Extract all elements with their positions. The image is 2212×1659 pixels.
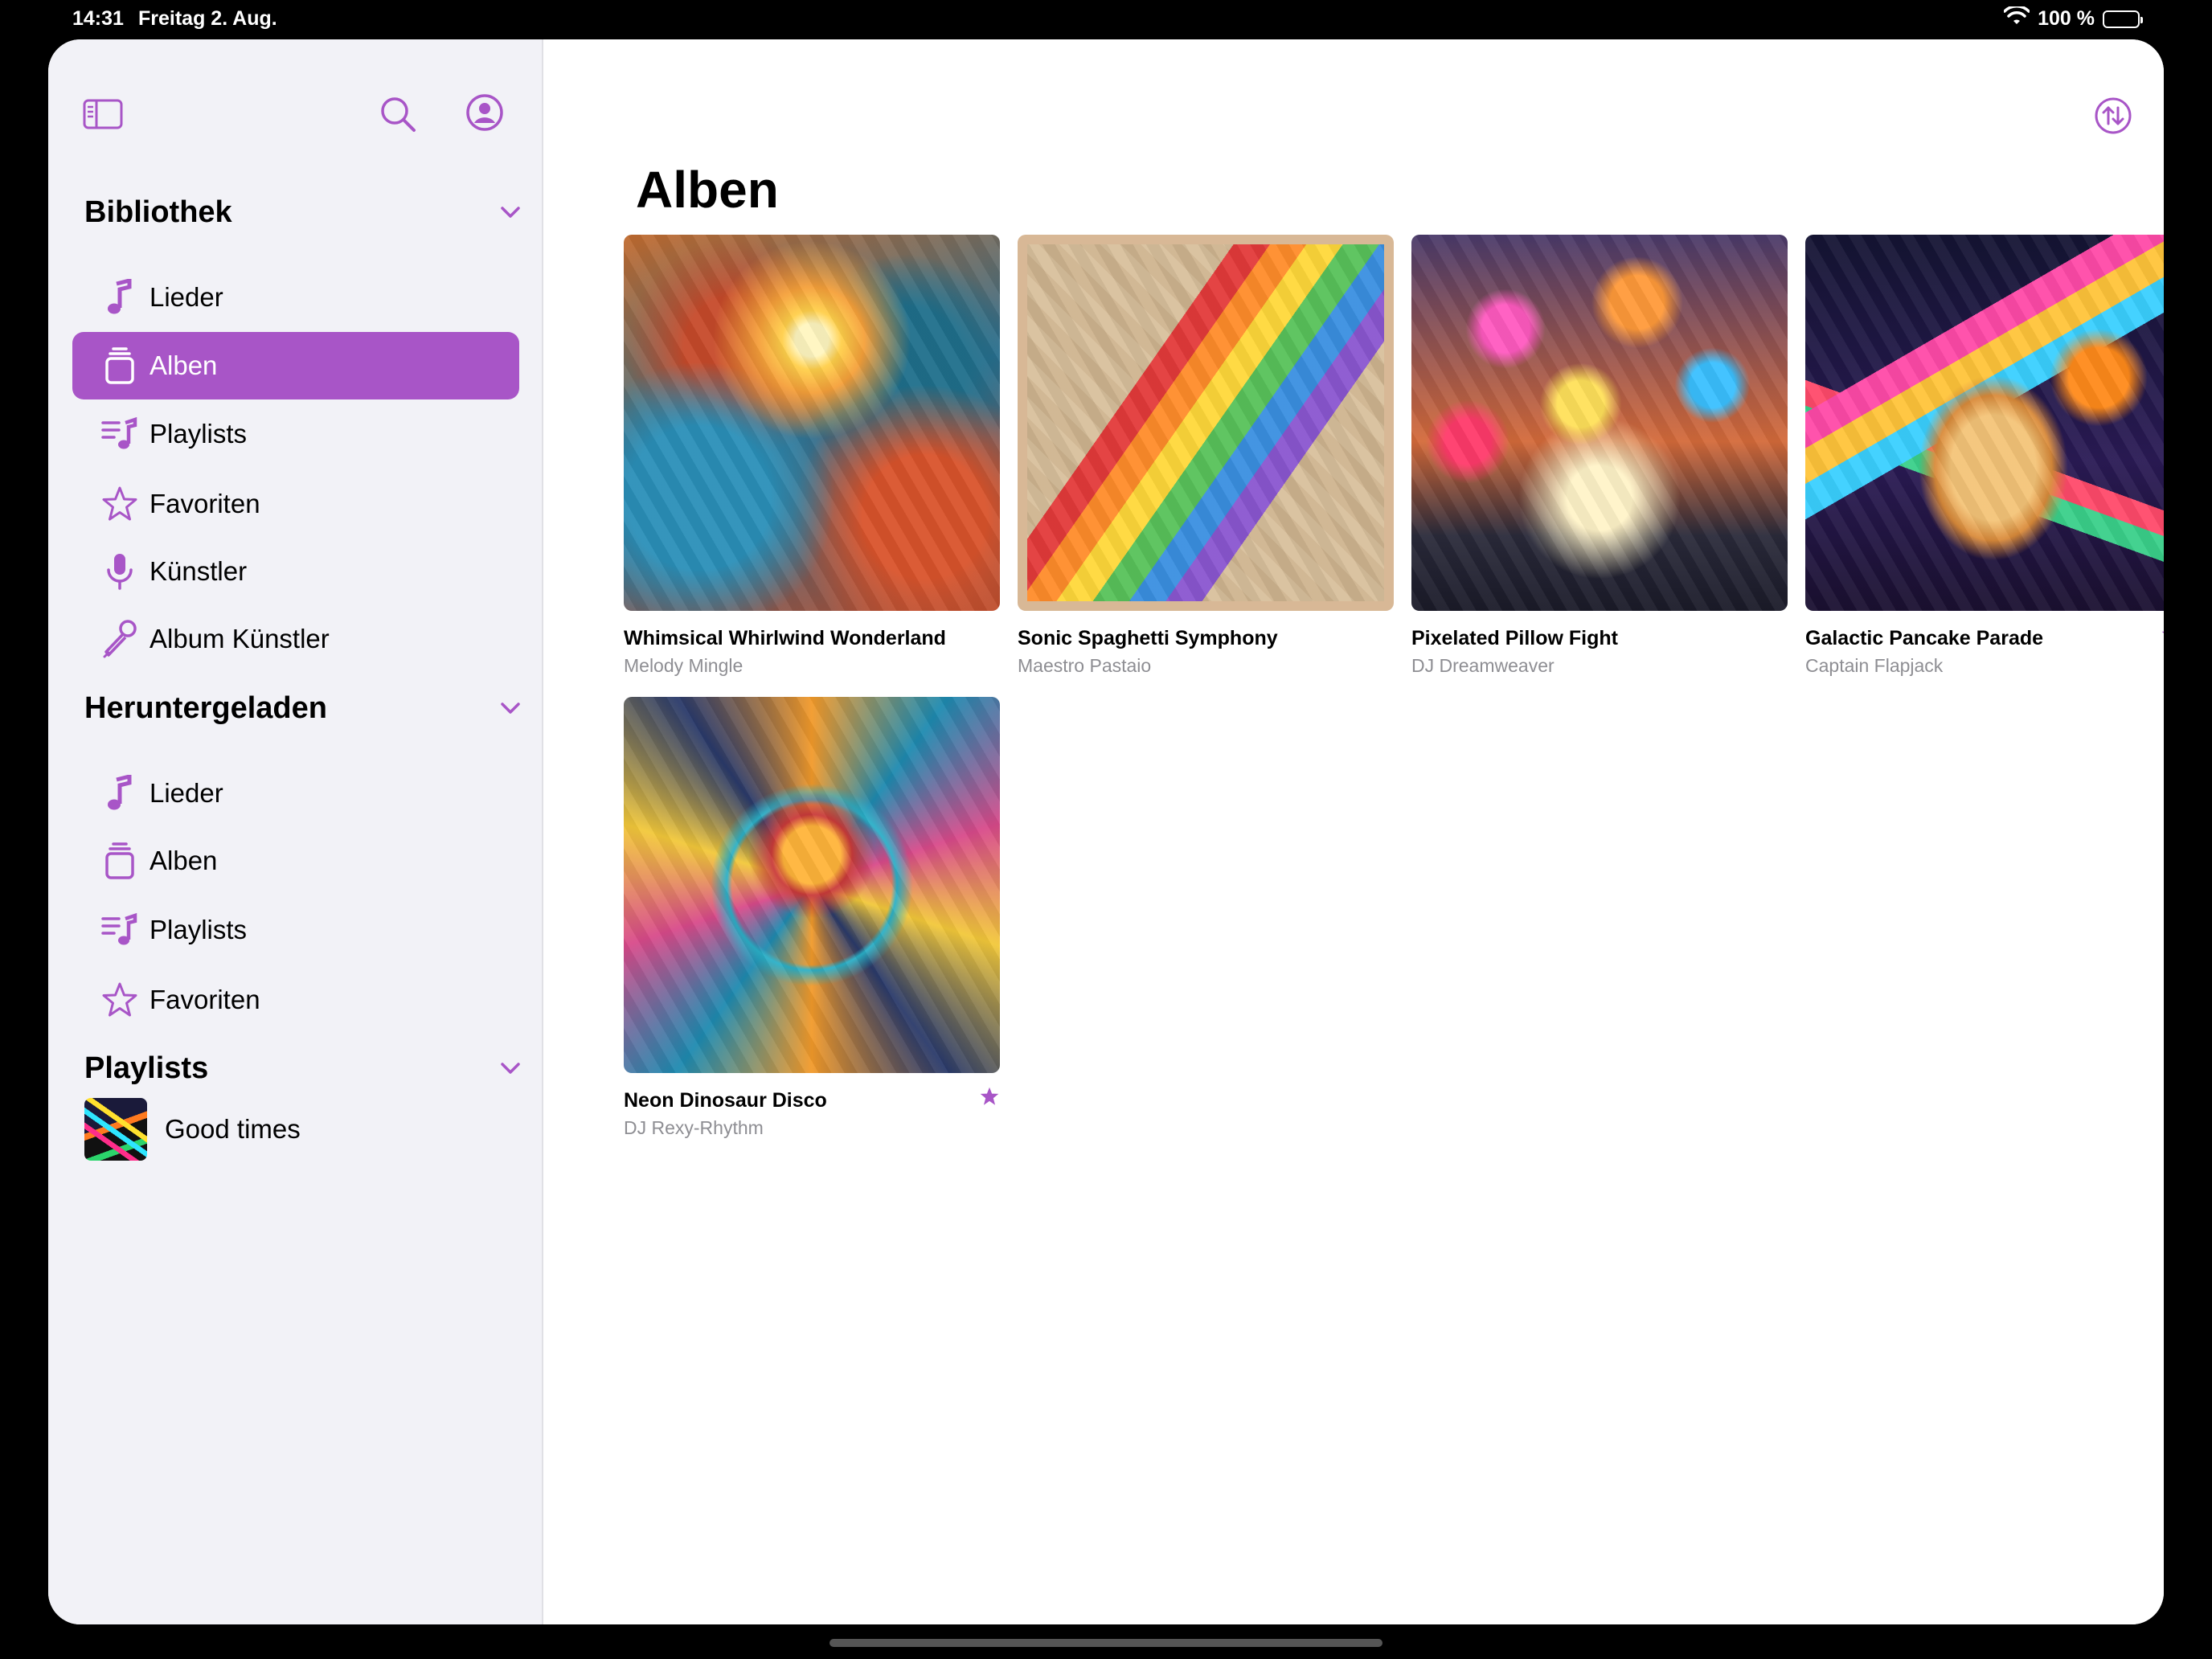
album-cover <box>624 235 1000 611</box>
music-note-icon <box>84 279 156 316</box>
sidebar-item-label: Alben <box>150 350 218 380</box>
sidebar-item-library-albums[interactable]: Alben <box>72 332 519 399</box>
sidebar-item-library-album-artists[interactable]: Album Künstler <box>72 605 519 673</box>
star-icon <box>84 981 156 1018</box>
microphone-icon <box>84 552 156 591</box>
section-library-header[interactable]: Bibliothek <box>84 188 526 236</box>
album-artist: Melody Mingle <box>624 655 743 676</box>
music-note-icon <box>84 775 156 812</box>
album-artist: DJ Dreamweaver <box>1411 655 1555 676</box>
app-window: Bibliothek Lieder Alben Playlists Favori… <box>48 39 2164 1624</box>
album-cover <box>1018 235 1394 611</box>
album-cover <box>624 697 1000 1073</box>
album-cover <box>1411 235 1788 611</box>
sidebar-toggle-icon[interactable] <box>82 96 124 133</box>
album-artist: Captain Flapjack <box>1805 655 1944 676</box>
wifi-icon <box>2003 5 2030 31</box>
sidebar-item-label: Favoriten <box>150 985 260 1014</box>
page-title: Alben <box>636 161 779 219</box>
favorite-star-icon <box>2161 624 2164 645</box>
album-title: Pixelated Pillow Fight <box>1411 627 1618 649</box>
playlist-icon <box>84 416 156 452</box>
sort-icon[interactable] <box>2093 96 2133 136</box>
album-stack-icon <box>84 842 156 879</box>
status-bar: 14:31 Freitag 2. Aug. 100 % <box>0 0 2212 39</box>
album-card[interactable]: Galactic Pancake Parade Captain Flapjack <box>1805 235 2164 677</box>
sidebar-item-library-playlists[interactable]: Playlists <box>72 400 519 468</box>
mic-stand-icon <box>84 620 156 658</box>
chevron-down-icon[interactable] <box>494 692 526 724</box>
section-library-title: Bibliothek <box>84 195 232 229</box>
sidebar-item-label: Alben <box>150 846 218 875</box>
sidebar-item-library-artists[interactable]: Künstler <box>72 538 519 605</box>
section-playlists-title: Playlists <box>84 1051 209 1085</box>
sidebar-playlist-item[interactable]: Good times <box>84 1097 518 1161</box>
album-title: Whimsical Whirlwind Wonderland <box>624 627 946 649</box>
playlist-thumbnail <box>84 1098 147 1161</box>
home-indicator[interactable] <box>830 1639 1382 1647</box>
status-date: Freitag 2. Aug. <box>138 7 277 30</box>
favorite-star-icon <box>979 1086 1000 1107</box>
sidebar: Bibliothek Lieder Alben Playlists Favori… <box>48 39 543 1624</box>
album-card[interactable]: Neon Dinosaur Disco DJ Rexy-Rhythm <box>624 697 1000 1139</box>
sidebar-item-library-songs[interactable]: Lieder <box>72 264 519 331</box>
sidebar-item-library-favorites[interactable]: Favoriten <box>72 470 519 538</box>
section-downloaded-title: Heruntergeladen <box>84 690 327 725</box>
album-card[interactable]: Sonic Spaghetti Symphony Maestro Pastaio <box>1018 235 1394 677</box>
chevron-down-icon[interactable] <box>494 1052 526 1084</box>
sidebar-item-downloaded-favorites[interactable]: Favoriten <box>72 966 519 1034</box>
playlist-name: Good times <box>165 1114 301 1144</box>
battery-percent: 100 % <box>2038 7 2095 30</box>
album-title: Sonic Spaghetti Symphony <box>1018 627 1278 649</box>
album-title: Galactic Pancake Parade <box>1805 627 2044 649</box>
status-right: 100 % <box>2003 5 2143 31</box>
album-card[interactable]: Pixelated Pillow Fight DJ Dreamweaver <box>1411 235 1788 677</box>
album-cover <box>1805 235 2164 611</box>
sidebar-item-label: Favoriten <box>150 489 260 518</box>
star-icon <box>84 485 156 522</box>
search-icon[interactable] <box>378 94 418 134</box>
album-card[interactable]: Whimsical Whirlwind Wonderland Melody Mi… <box>624 235 1000 677</box>
sidebar-item-label: Künstler <box>150 556 248 586</box>
album-stack-icon <box>84 347 156 384</box>
sidebar-item-label: Album Künstler <box>150 624 330 653</box>
status-time: 14:31 <box>72 7 124 30</box>
album-artist: Maestro Pastaio <box>1018 655 1152 676</box>
sidebar-item-label: Lieder <box>150 282 223 312</box>
battery-icon <box>2103 10 2143 28</box>
chevron-down-icon[interactable] <box>494 196 526 228</box>
sidebar-item-label: Lieder <box>150 778 223 808</box>
account-icon[interactable] <box>465 92 505 133</box>
sidebar-item-downloaded-songs[interactable]: Lieder <box>72 760 519 827</box>
playlist-icon <box>84 912 156 948</box>
album-artist: DJ Rexy-Rhythm <box>624 1117 764 1138</box>
section-playlists-header[interactable]: Playlists <box>84 1044 526 1092</box>
section-downloaded-header[interactable]: Heruntergeladen <box>84 684 526 732</box>
sidebar-item-downloaded-playlists[interactable]: Playlists <box>72 896 519 964</box>
sidebar-item-label: Playlists <box>150 419 248 449</box>
main-content: Alben Whimsical Whirlwind Wonderland Mel… <box>545 39 2164 1624</box>
album-title: Neon Dinosaur Disco <box>624 1089 827 1112</box>
sidebar-item-downloaded-albums[interactable]: Alben <box>72 827 519 895</box>
sidebar-item-label: Playlists <box>150 915 248 944</box>
